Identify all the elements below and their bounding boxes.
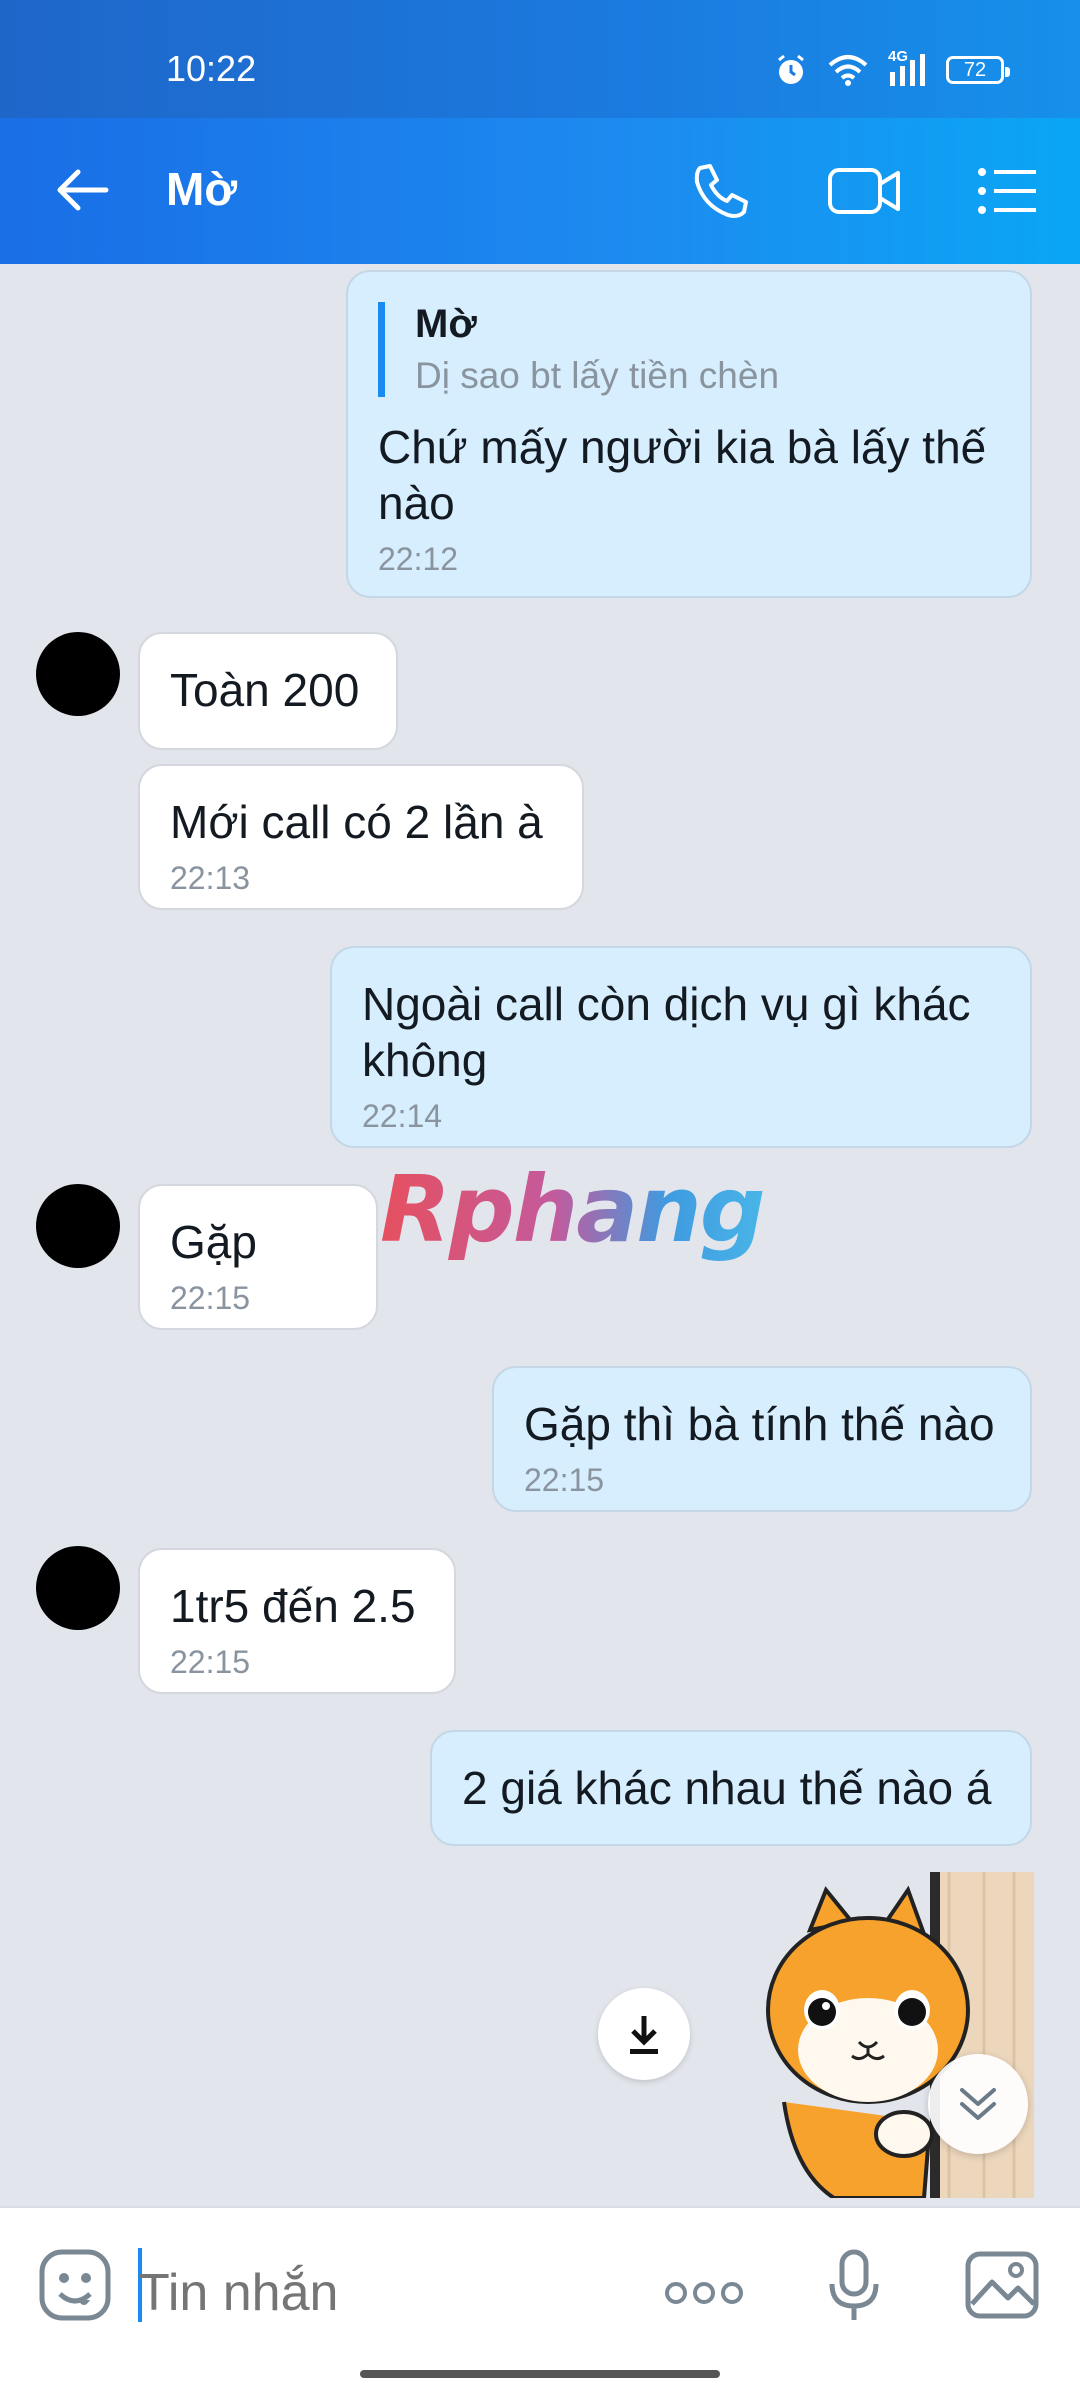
message-time: 22:15 <box>170 1280 251 1316</box>
scroll-to-bottom-button[interactable] <box>928 2054 1028 2154</box>
message-text: Mới call có 2 lần à <box>170 796 543 848</box>
message-text: Gặp thì bà tính thế nào <box>524 1398 995 1450</box>
message-time: 22:13 <box>170 860 251 896</box>
quoted-reply-author: Mờ <box>415 302 477 346</box>
message-text: Toàn 200 <box>170 664 360 716</box>
status-time: 10:22 <box>166 48 257 89</box>
avatar[interactable] <box>36 1546 120 1630</box>
microphone-icon[interactable] <box>826 2248 882 2324</box>
emoji-sticker-icon[interactable] <box>38 2248 112 2322</box>
message-bubble-outgoing[interactable]: 2 giá khác nhau thế nào á <box>430 1730 1032 1846</box>
status-bar: 10:22 4G 72 <box>0 0 1080 118</box>
message-bubble-outgoing[interactable]: Mờ Dị sao bt lấy tiền chèn Chứ mấy người… <box>346 270 1032 598</box>
avatar[interactable] <box>36 1184 120 1268</box>
message-bubble-incoming[interactable]: Toàn 200 <box>138 632 398 750</box>
home-indicator[interactable] <box>360 2370 720 2378</box>
message-bubble-incoming[interactable]: Mới call có 2 lần à 22:13 <box>138 764 584 910</box>
message-time: 22:12 <box>378 541 459 577</box>
wifi-icon <box>828 55 868 86</box>
contact-name[interactable]: Mờ <box>166 162 237 216</box>
back-arrow-icon[interactable] <box>52 160 112 220</box>
message-time: 22:15 <box>524 1462 605 1498</box>
alarm-icon <box>778 54 804 84</box>
image-gallery-icon[interactable] <box>964 2250 1040 2320</box>
message-text: Chứ mấy người kia bà lấy thế nào <box>378 421 987 529</box>
quoted-reply-text: Dị sao bt lấy tiền chèn <box>415 355 780 396</box>
quoted-reply[interactable]: Mờ Dị sao bt lấy tiền chèn <box>378 302 1000 397</box>
message-bubble-outgoing[interactable]: Ngoài call còn dịch vụ gì khác không 22:… <box>330 946 1032 1148</box>
battery-icon: 72 <box>946 56 1010 84</box>
message-text: Gặp <box>170 1216 257 1268</box>
avatar[interactable] <box>36 632 120 716</box>
message-text: Ngoài call còn dịch vụ gì khác không <box>362 978 971 1086</box>
message-time: 22:15 <box>170 1644 251 1680</box>
status-icons: 4G 72 <box>774 48 1010 88</box>
message-text: 2 giá khác nhau thế nào á <box>462 1762 992 1814</box>
message-text: 1tr5 đến 2.5 <box>170 1580 416 1632</box>
double-chevron-down-icon <box>960 2088 996 2120</box>
message-bubble-incoming[interactable]: 1tr5 đến 2.5 22:15 <box>138 1548 456 1694</box>
video-call-icon[interactable] <box>826 160 902 222</box>
message-bubble-incoming[interactable]: Gặp 22:15 <box>138 1184 378 1330</box>
more-options-icon[interactable] <box>664 2278 744 2308</box>
message-input[interactable] <box>136 2256 640 2330</box>
menu-list-icon[interactable] <box>976 160 1040 222</box>
signal-icon: 4G <box>888 48 928 88</box>
phone-call-icon[interactable] <box>690 160 752 222</box>
message-time: 22:14 <box>362 1098 443 1134</box>
chat-header: Mờ <box>0 118 1080 264</box>
message-bubble-outgoing[interactable]: Gặp thì bà tính thế nào 22:15 <box>492 1366 1032 1512</box>
download-icon <box>630 2016 658 2054</box>
watermark-logo: Rphang <box>380 1156 766 1263</box>
download-button[interactable] <box>598 1988 690 2080</box>
